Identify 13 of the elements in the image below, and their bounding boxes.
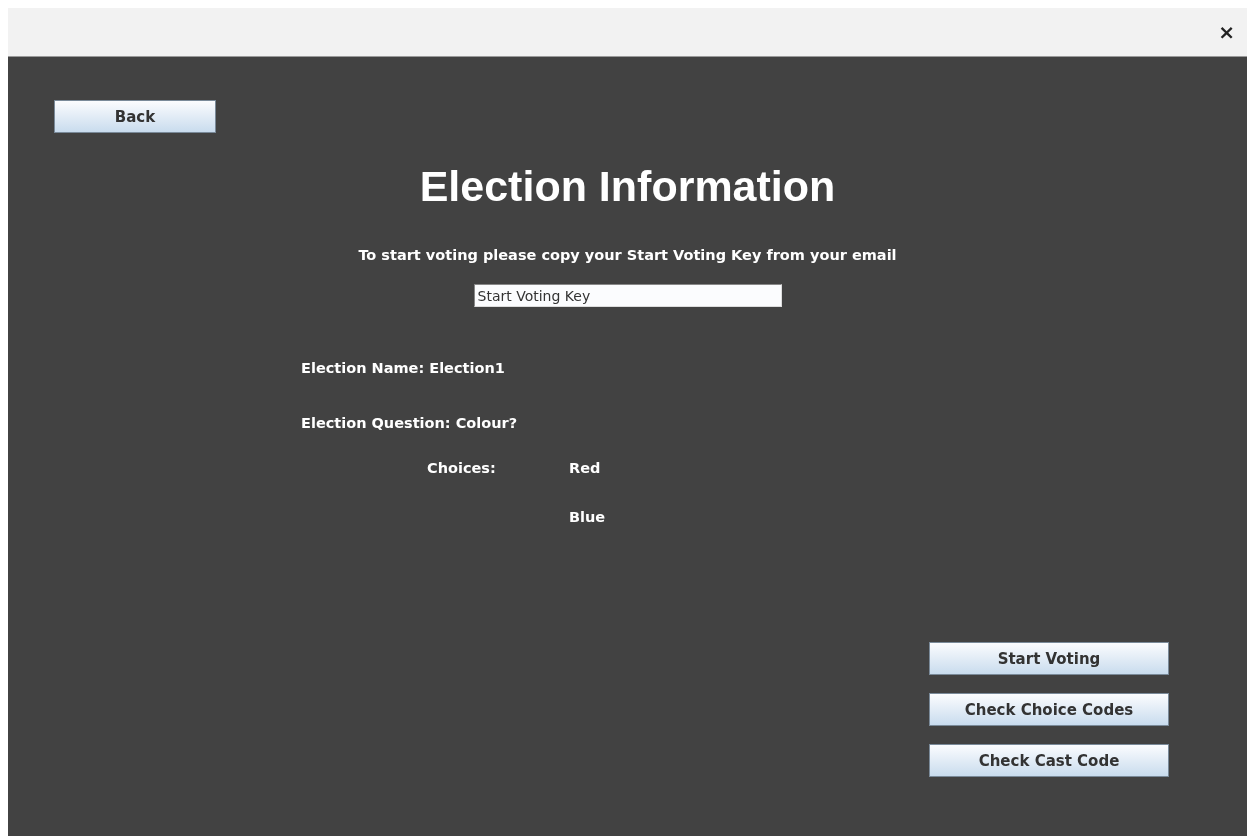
choice-option: Red — [569, 458, 1247, 478]
choices-label: Choices: — [427, 459, 497, 478]
action-button[interactable]: Check Cast Code — [929, 744, 1169, 777]
election-question: Election Question: Colour? — [301, 414, 518, 433]
action-button[interactable]: Check Choice Codes — [929, 693, 1169, 726]
election-name: Election Name: Election1 — [301, 359, 505, 378]
page-title: Election Information — [418, 161, 837, 212]
voting-key-field[interactable]: Start Voting Key — [473, 284, 782, 307]
action-button[interactable]: Start Voting — [929, 642, 1169, 675]
choice-option: Blue — [569, 507, 1247, 527]
back-button[interactable]: Back — [54, 100, 216, 133]
instruction-text: To start voting please copy your Start Voting Key from your email — [358, 246, 897, 265]
close-button[interactable]: × — [1214, 20, 1239, 44]
